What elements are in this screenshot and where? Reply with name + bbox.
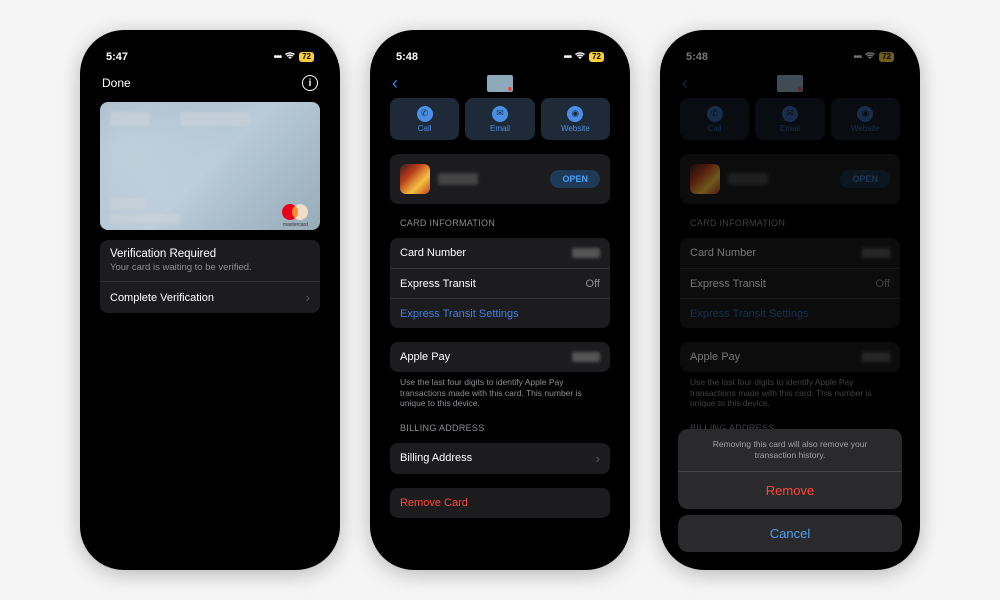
phone-1: 5:47 72 Done i mastercard Verif — [80, 30, 340, 570]
signal-icon — [274, 51, 282, 63]
chevron-right-icon: › — [306, 290, 310, 305]
express-transit-value: Off — [586, 278, 600, 290]
mastercard-logo-icon: mastercard — [282, 204, 308, 220]
apple-pay-value-redacted — [572, 352, 600, 362]
app-name-redacted — [438, 173, 478, 185]
verification-title: Verification Required — [110, 248, 216, 260]
email-button[interactable]: ✉ Email — [465, 98, 534, 140]
battery-icon: 72 — [299, 52, 314, 62]
remove-button[interactable]: Remove — [678, 471, 902, 509]
info-icon[interactable]: i — [302, 75, 318, 91]
status-time: 5:47 — [106, 51, 128, 63]
express-transit-label: Express Transit — [400, 278, 476, 290]
website-button[interactable]: ◉ Website — [541, 98, 610, 140]
wifi-icon — [574, 51, 586, 63]
remove-card-button[interactable]: Remove Card — [390, 488, 610, 518]
apple-pay-row[interactable]: Apple Pay — [390, 342, 610, 372]
phone-icon: ✆ — [417, 106, 433, 122]
nav-bar: ‹ — [380, 68, 620, 98]
billing-address-button[interactable]: Billing Address › — [390, 443, 610, 474]
open-app-button[interactable]: OPEN — [550, 170, 600, 188]
call-button[interactable]: ✆ Call — [390, 98, 459, 140]
signal-icon — [564, 51, 572, 63]
chevron-right-icon: › — [596, 451, 600, 466]
email-icon: ✉ — [492, 106, 508, 122]
apple-pay-label: Apple Pay — [400, 351, 450, 363]
back-button[interactable]: ‹ — [392, 73, 398, 94]
website-label: Website — [561, 124, 590, 133]
express-transit-settings-button[interactable]: Express Transit Settings — [390, 298, 610, 328]
compass-icon: ◉ — [567, 106, 583, 122]
email-label: Email — [490, 124, 510, 133]
express-transit-row[interactable]: Express Transit Off — [390, 268, 610, 298]
phone-2: 5:48 72 ‹ ✆ Call ✉ Email — [370, 30, 630, 570]
nav-card-thumbnail — [487, 75, 513, 92]
sheet-message: Removing this card will also remove your… — [678, 429, 902, 471]
complete-verification-label: Complete Verification — [110, 292, 214, 304]
apple-pay-note: Use the last four digits to identify App… — [400, 377, 600, 409]
action-sheet: Removing this card will also remove your… — [678, 429, 902, 552]
card-image: mastercard — [100, 102, 320, 230]
call-label: Call — [418, 124, 432, 133]
billing-header: Billing Address — [400, 423, 610, 433]
done-button[interactable]: Done — [102, 76, 131, 90]
status-time: 5:48 — [396, 51, 418, 63]
notch — [740, 40, 840, 62]
cancel-button[interactable]: Cancel — [678, 515, 902, 552]
verification-subtitle: Your card is waiting to be verified. — [110, 262, 252, 273]
app-row: OPEN — [390, 154, 610, 204]
phone-3: 5:48 72 ‹ ✆Call ✉Email ◉Website OPEN — [660, 30, 920, 570]
card-info-header: Card Information — [400, 218, 610, 228]
remove-card-label: Remove Card — [400, 497, 468, 509]
express-transit-settings-label: Express Transit Settings — [400, 308, 519, 320]
complete-verification-button[interactable]: Complete Verification › — [100, 281, 320, 313]
notch — [450, 40, 550, 62]
card-number-label: Card Number — [400, 247, 466, 259]
nav-bar: Done i — [90, 68, 330, 98]
card-number-value-redacted — [572, 248, 600, 258]
notch — [160, 40, 260, 62]
card-number-row[interactable]: Card Number — [390, 238, 610, 268]
app-icon — [400, 164, 430, 194]
verification-required-row: Verification Required Your card is waiti… — [100, 240, 320, 281]
battery-icon: 72 — [589, 52, 604, 62]
billing-address-label: Billing Address — [400, 452, 472, 464]
wifi-icon — [284, 51, 296, 63]
